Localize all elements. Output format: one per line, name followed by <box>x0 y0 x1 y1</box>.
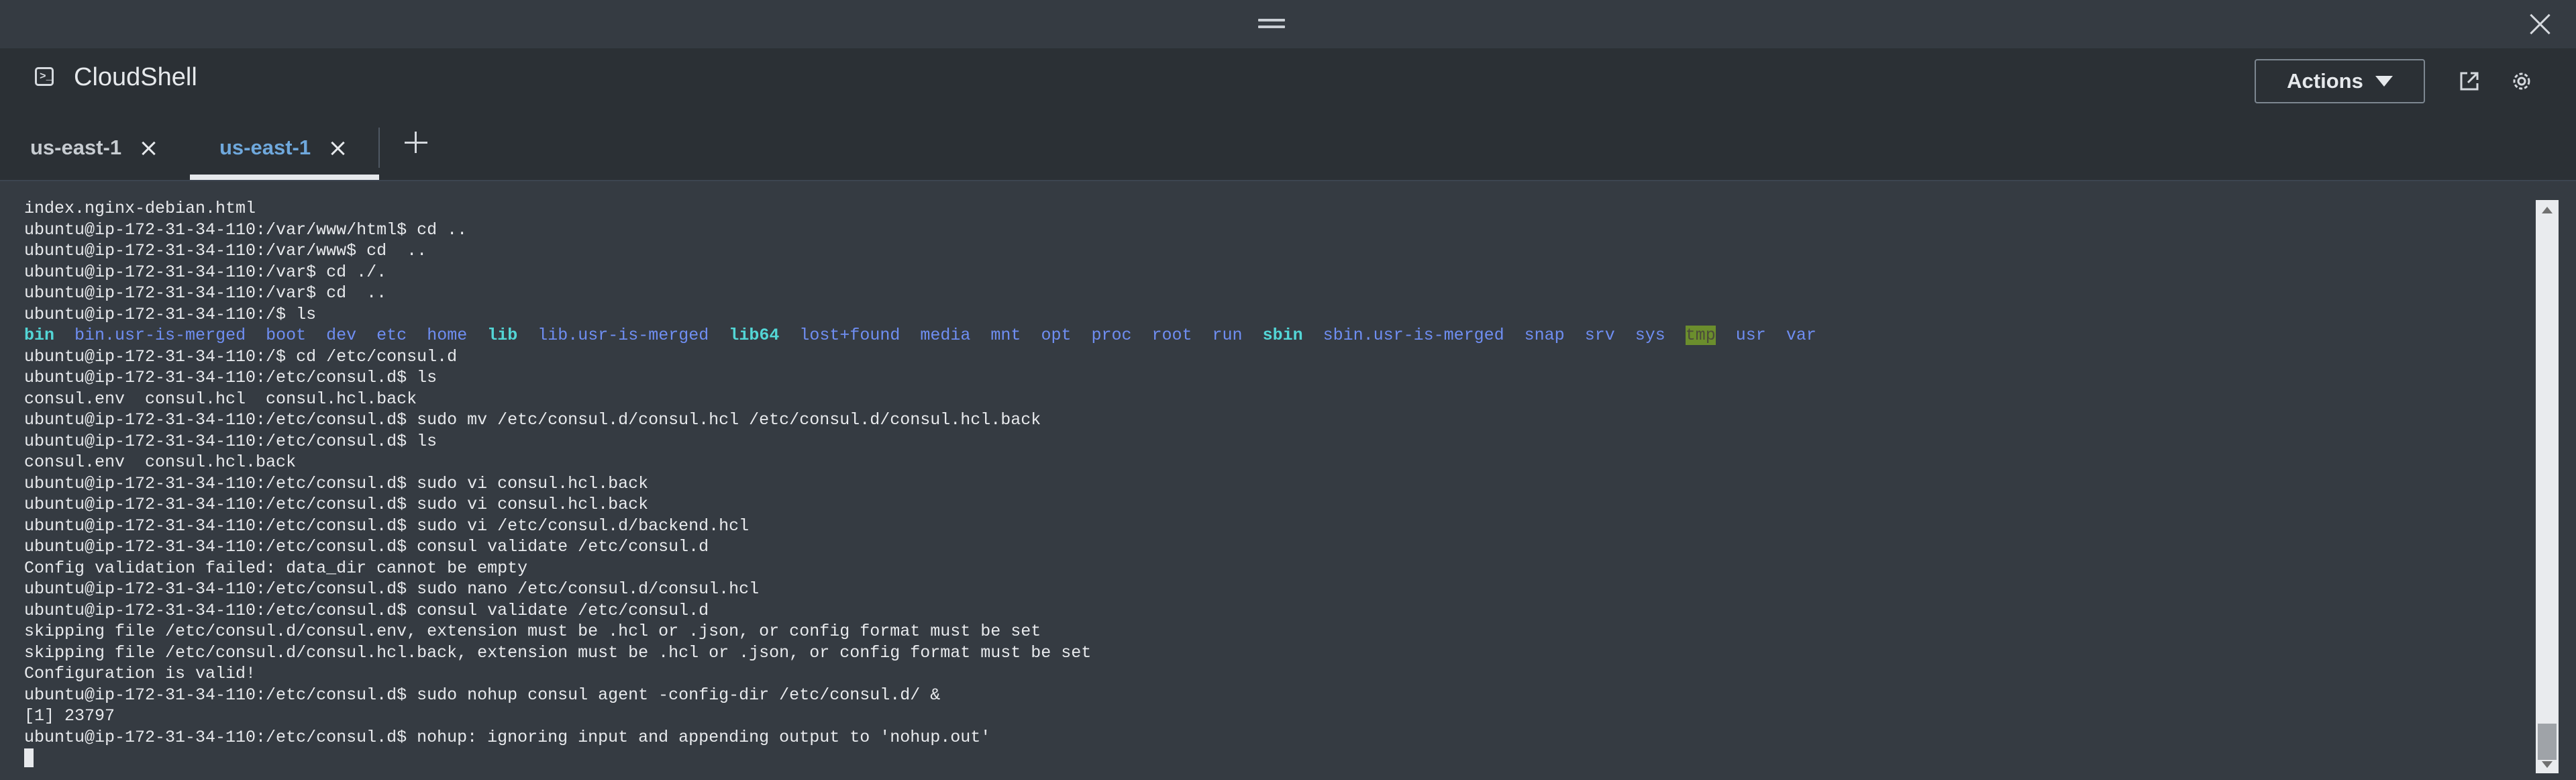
terminal-line: ubuntu@ip-172-31-34-110:/etc/consul.d$ s… <box>24 410 1041 430</box>
terminal-line: consul.env consul.hcl.back <box>24 452 297 472</box>
scroll-thumb[interactable] <box>2538 724 2557 760</box>
ls-entry: bin.usr-is-merged <box>74 326 246 345</box>
ls-entry: tmp <box>1685 326 1716 345</box>
ls-entry: root <box>1151 326 1192 345</box>
ls-entry: boot <box>266 326 307 345</box>
terminal-line: ubuntu@ip-172-31-34-110:/etc/consul.d$ l… <box>24 368 437 387</box>
actions-button[interactable]: Actions <box>2255 59 2425 103</box>
tab-us-east-1-active[interactable]: us-east-1 <box>219 115 311 180</box>
ls-entry: sbin <box>1262 326 1303 345</box>
ls-entry: lib <box>487 326 518 345</box>
terminal-line: ubuntu@ip-172-31-34-110:/etc/consul.d$ s… <box>24 495 649 514</box>
ls-entry: sbin.usr-is-merged <box>1323 326 1504 345</box>
terminal-line: [1] 23797 <box>24 706 115 726</box>
terminal-icon: >_ <box>35 67 54 86</box>
ls-entry: home <box>427 326 468 345</box>
scroll-down-icon[interactable] <box>2542 761 2553 768</box>
terminal-line: ubuntu@ip-172-31-34-110:/var/www/html$ c… <box>24 220 468 240</box>
ls-entry: bin <box>24 326 55 345</box>
ls-entry: snap <box>1524 326 1565 345</box>
terminal[interactable]: index.nginx-debian.html ubuntu@ip-172-31-… <box>0 181 2576 780</box>
tab-label: us-east-1 <box>219 136 311 159</box>
terminal-line: skipping file /etc/consul.d/consul.hcl.b… <box>24 642 1092 663</box>
panel-drag-bar[interactable] <box>0 0 2576 48</box>
ls-entry: sys <box>1635 326 1665 345</box>
terminal-line: ubuntu@ip-172-31-34-110:/etc/consul.d$ s… <box>24 516 750 536</box>
gear-icon[interactable] <box>2510 69 2534 93</box>
terminal-line: ubuntu@ip-172-31-34-110:/var/www$ cd .. <box>24 241 427 260</box>
terminal-line: ubuntu@ip-172-31-34-110:/etc/consul.d$ s… <box>24 579 760 599</box>
terminal-line: Configuration is valid! <box>24 664 256 683</box>
ls-entry: media <box>920 326 971 345</box>
external-link-icon[interactable] <box>2457 69 2481 93</box>
close-panel-icon[interactable] <box>2526 11 2553 38</box>
ls-entry: lib.usr-is-merged <box>537 326 709 345</box>
ls-entry: usr <box>1735 326 1766 345</box>
actions-label: Actions <box>2287 69 2363 93</box>
terminal-line: ubuntu@ip-172-31-34-110:/etc/consul.d$ c… <box>24 537 709 556</box>
terminal-line: ubuntu@ip-172-31-34-110:/etc/consul.d$ l… <box>24 431 437 451</box>
terminal-line: ubuntu@ip-172-31-34-110:/$ ls <box>24 304 317 324</box>
ls-entry: etc <box>376 326 407 345</box>
ls-entry: opt <box>1041 326 1072 345</box>
ls-entry: dev <box>326 326 357 345</box>
scroll-up-icon[interactable] <box>2542 207 2553 213</box>
drag-handle-icon[interactable] <box>1258 19 1285 30</box>
terminal-line: index.nginx-debian.html <box>24 199 256 218</box>
active-tab-indicator <box>190 175 379 180</box>
add-tab-icon[interactable] <box>403 129 429 156</box>
ls-entry: var <box>1786 326 1816 345</box>
ls-entry: run <box>1212 326 1243 345</box>
terminal-line: ubuntu@ip-172-31-34-110:/var$ cd .. <box>24 283 387 303</box>
tab-bar: us-east-1 us-east-1 <box>0 115 2576 181</box>
tab-us-east-1[interactable]: us-east-1 <box>30 115 121 180</box>
tab-label: us-east-1 <box>30 136 122 159</box>
ls-entry: srv <box>1584 326 1615 345</box>
terminal-output: index.nginx-debian.html ubuntu@ip-172-31-… <box>24 198 1816 769</box>
terminal-line: ubuntu@ip-172-31-34-110:/$ cd /etc/consu… <box>24 346 458 367</box>
terminal-line: ubuntu@ip-172-31-34-110:/etc/consul.d$ c… <box>24 600 709 620</box>
cloudshell-header <box>0 48 2576 115</box>
ls-entry: lib64 <box>729 326 780 345</box>
ls-entry: proc <box>1091 326 1132 345</box>
terminal-line: skipping file /etc/consul.d/consul.env, … <box>24 622 1041 641</box>
tab-close-icon[interactable] <box>141 141 156 156</box>
terminal-cursor <box>24 748 34 768</box>
tab-close-icon[interactable] <box>330 141 345 156</box>
tab-divider <box>378 128 380 168</box>
ls-entry: lost+found <box>799 326 900 345</box>
terminal-scrollbar[interactable] <box>2536 200 2559 773</box>
caret-down-icon <box>2375 76 2393 87</box>
terminal-line: ubuntu@ip-172-31-34-110:/var$ cd ./. <box>24 262 387 282</box>
terminal-line: consul.env consul.hcl consul.hcl.back <box>24 389 417 409</box>
terminal-line: ubuntu@ip-172-31-34-110:/etc/consul.d$ n… <box>24 727 991 747</box>
terminal-line: ubuntu@ip-172-31-34-110:/etc/consul.d$ s… <box>24 473 649 493</box>
app-title: CloudShell <box>74 63 197 91</box>
ls-output-line: bin bin.usr-is-merged boot dev etc home … <box>24 325 1816 346</box>
terminal-line: Config validation failed: data_dir canno… <box>24 558 528 578</box>
ls-entry: mnt <box>990 326 1021 345</box>
terminal-line: ubuntu@ip-172-31-34-110:/etc/consul.d$ s… <box>24 685 941 705</box>
prompt-line[interactable] <box>24 748 1816 769</box>
